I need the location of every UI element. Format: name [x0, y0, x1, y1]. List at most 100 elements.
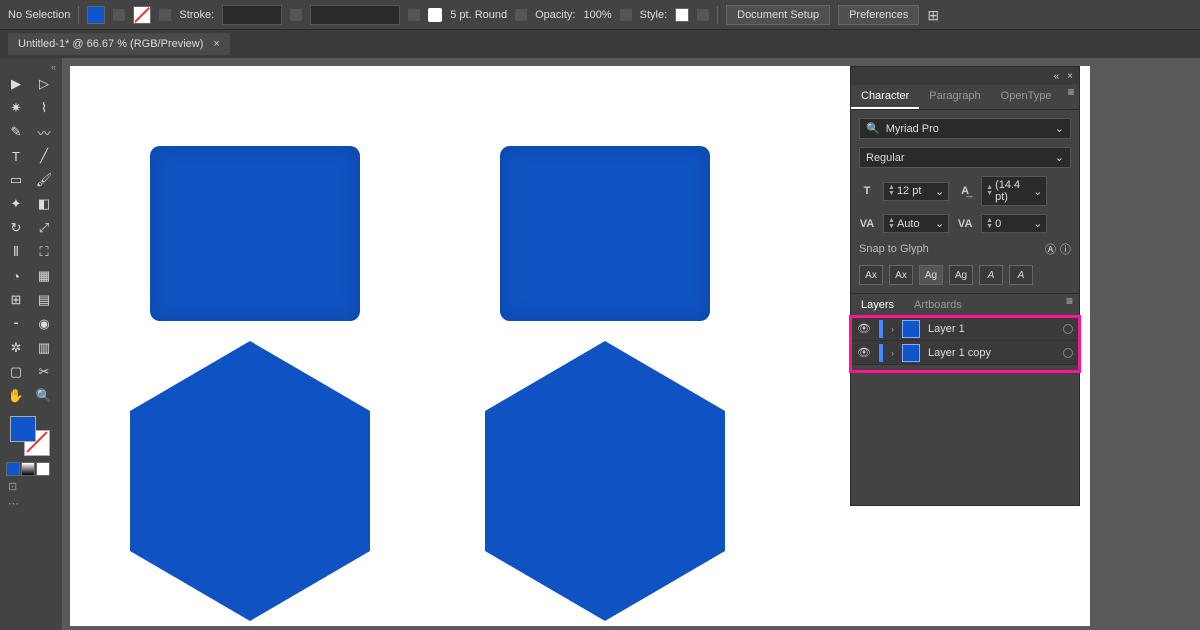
scale-tool[interactable]: ⤢	[30, 216, 58, 240]
artboard-tool[interactable]: ▢	[2, 360, 30, 384]
zoom-tool[interactable]: 🔍	[30, 384, 58, 408]
layer-name[interactable]: Layer 1	[928, 323, 1055, 335]
stroke-dropdown[interactable]	[159, 9, 171, 21]
symbol-sprayer-tool[interactable]: ✲	[2, 336, 30, 360]
stroke-weight-input[interactable]	[222, 5, 282, 25]
document-tab[interactable]: Untitled-1* @ 66.67 % (RGB/Preview) ×	[8, 33, 230, 55]
font-size-input[interactable]: ▲▼12 pt⌄	[883, 182, 949, 201]
screen-mode[interactable]: ⊡	[8, 480, 60, 493]
color-mode[interactable]	[6, 462, 20, 476]
panel-menu-icon[interactable]: ≡	[1061, 85, 1080, 109]
free-transform-tool[interactable]: ⛶	[30, 240, 58, 264]
rounded-rectangle-shape[interactable]	[150, 146, 360, 321]
line-tool[interactable]: ╱	[30, 144, 58, 168]
glyph-btn-2[interactable]: Ax	[889, 265, 913, 285]
color-mode-row	[6, 462, 60, 476]
glyph-btn-1[interactable]: Ax	[859, 265, 883, 285]
style-swatch[interactable]	[675, 8, 689, 22]
tab-character[interactable]: Character	[851, 85, 919, 109]
glyph-btn-4[interactable]: Ag	[949, 265, 973, 285]
layer-row[interactable]: 👁 › Layer 1 copy	[851, 341, 1079, 365]
expand-arrow-icon[interactable]: ›	[891, 348, 894, 358]
stroke-profile-dd[interactable]	[408, 9, 420, 21]
tab-artboards[interactable]: Artboards	[904, 294, 972, 316]
preferences-button[interactable]: Preferences	[838, 5, 919, 25]
fill-color[interactable]	[10, 416, 36, 442]
align-icon[interactable]: ⊞	[927, 7, 943, 23]
fill-stroke-control[interactable]	[10, 416, 50, 456]
shaper-tool[interactable]: ✦	[2, 192, 30, 216]
magic-wand-tool[interactable]: ✷	[2, 96, 30, 120]
font-style: Regular	[866, 152, 1049, 164]
layers-menu-icon[interactable]: ≡	[1060, 294, 1079, 316]
font-style-input[interactable]: Regular ⌄	[859, 147, 1071, 168]
lasso-tool[interactable]: ⌇	[30, 96, 58, 120]
layer-color	[879, 344, 883, 362]
opacity-value[interactable]: 100%	[583, 9, 611, 21]
tracking-input[interactable]: ▲▼0⌄	[981, 214, 1047, 233]
mesh-tool[interactable]: ⊞	[2, 288, 30, 312]
paintbrush-tool[interactable]: 🖌	[30, 168, 58, 192]
eraser-tool[interactable]: ◧	[30, 192, 58, 216]
none-mode[interactable]	[36, 462, 50, 476]
layer-thumbnail	[902, 320, 920, 338]
style-label: Style:	[640, 9, 668, 21]
shape-builder-tool[interactable]: ◔	[2, 264, 30, 288]
glyph-btn-6[interactable]: A	[1009, 265, 1033, 285]
brush-dd[interactable]	[515, 9, 527, 21]
opacity-dd[interactable]	[620, 9, 632, 21]
kerning-input[interactable]: ▲▼Auto⌄	[883, 214, 949, 233]
layer-name[interactable]: Layer 1 copy	[928, 347, 1055, 359]
glyph-btn-3[interactable]: Ag	[919, 265, 943, 285]
collapse-icon[interactable]: «	[1054, 71, 1060, 82]
gradient-mode[interactable]	[21, 462, 35, 476]
slice-tool[interactable]: ✂	[30, 360, 58, 384]
hexagon-shape[interactable]	[485, 341, 725, 621]
font-family-input[interactable]: 🔍 Myriad Pro ⌄	[859, 118, 1071, 139]
style-dd[interactable]	[697, 9, 709, 21]
type-tool[interactable]: T	[2, 144, 30, 168]
target-icon[interactable]	[1063, 348, 1073, 358]
visibility-toggle[interactable]: 👁	[857, 346, 871, 359]
stroke-swatch[interactable]	[133, 6, 151, 24]
rotate-tool[interactable]: ↻	[2, 216, 30, 240]
leading-input[interactable]: ▲▼(14.4 pt)⌄	[981, 176, 1047, 206]
layer-row[interactable]: 👁 › Layer 1	[851, 317, 1079, 341]
tab-layers[interactable]: Layers	[851, 294, 904, 316]
expand-arrow-icon[interactable]: ›	[891, 324, 894, 334]
layers-footer	[851, 365, 1079, 505]
stroke-profile[interactable]	[310, 5, 400, 25]
target-icon[interactable]	[1063, 324, 1073, 334]
rounded-rectangle-shape[interactable]	[500, 146, 710, 321]
info-icon[interactable]: ⓘ	[1060, 241, 1071, 257]
visibility-toggle[interactable]: 👁	[857, 322, 871, 335]
edit-toolbar[interactable]: ⋯	[8, 497, 60, 510]
perspective-tool[interactable]: ▦	[30, 264, 58, 288]
glyph-info-icon[interactable]: Ⓐ	[1045, 241, 1056, 257]
fill-swatch[interactable]	[87, 6, 105, 24]
selection-tool[interactable]: ▶	[2, 72, 30, 96]
toolbox-collapse[interactable]: «	[2, 62, 60, 72]
stroke-weight-dd[interactable]	[290, 9, 302, 21]
eyedropper-tool[interactable]: ⁃	[2, 312, 30, 336]
blend-tool[interactable]: ◉	[30, 312, 58, 336]
leading-icon: A͢	[957, 185, 973, 197]
divider	[717, 6, 718, 24]
width-tool[interactable]: ⫴	[2, 240, 30, 264]
tab-opentype[interactable]: OpenType	[991, 85, 1062, 109]
gradient-tool[interactable]: ▤	[30, 288, 58, 312]
curvature-tool[interactable]: 〰	[30, 120, 58, 144]
fill-dropdown[interactable]	[113, 9, 125, 21]
glyph-btn-5[interactable]: A	[979, 265, 1003, 285]
tab-paragraph[interactable]: Paragraph	[919, 85, 990, 109]
hexagon-shape[interactable]	[130, 341, 370, 621]
tab-close-icon[interactable]: ×	[213, 38, 219, 50]
pen-tool[interactable]: ✎	[2, 120, 30, 144]
rectangle-tool[interactable]: ▭	[2, 168, 30, 192]
direct-selection-tool[interactable]: ▷	[30, 72, 58, 96]
hand-tool[interactable]: ✋	[2, 384, 30, 408]
brush-preview[interactable]	[428, 8, 442, 22]
document-setup-button[interactable]: Document Setup	[726, 5, 830, 25]
column-graph-tool[interactable]: ▥	[30, 336, 58, 360]
close-icon[interactable]: ×	[1067, 71, 1073, 82]
